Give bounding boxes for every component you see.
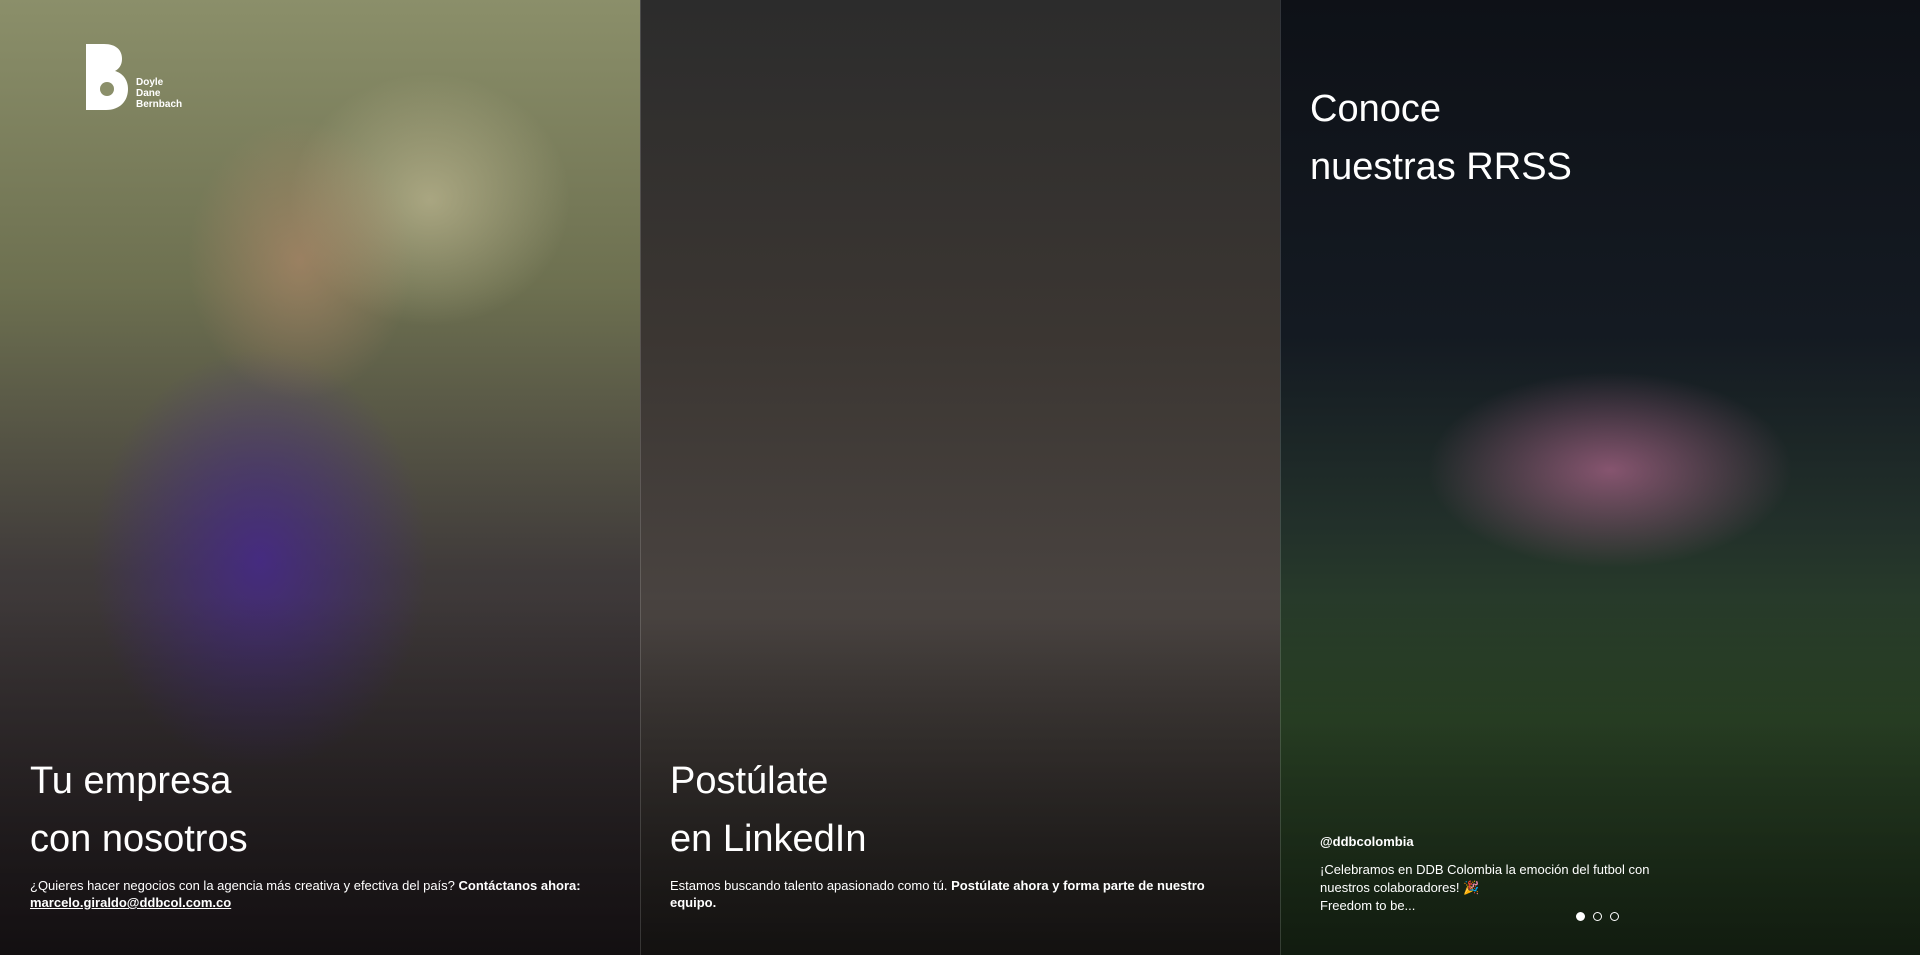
panel-title: Tu empresa con nosotros	[30, 760, 248, 860]
carousel-dot-3[interactable]	[1610, 912, 1619, 921]
panel-description: ¿Quieres hacer negocios con la agencia m…	[30, 878, 581, 910]
carousel-dot-2[interactable]	[1593, 912, 1602, 921]
panel-linkedin[interactable]: Postúlate en LinkedIn Estamos buscando t…	[640, 0, 1280, 955]
panel-social[interactable]: Conoce nuestras RRSS @ddbcolombia ¡Celeb…	[1280, 0, 1920, 955]
ddb-logo[interactable]: Doyle Dane Bernbach	[86, 44, 182, 110]
instagram-post[interactable]: @ddbcolombia ¡Celebramos en DDB Colombia…	[1320, 834, 1650, 915]
panel-business[interactable]: Doyle Dane Bernbach Tu empresa con nosot…	[0, 0, 640, 955]
panel-title: Conoce nuestras RRSS	[1310, 88, 1572, 188]
carousel-dot-1[interactable]	[1576, 912, 1585, 921]
logo-wordmark: Doyle Dane Bernbach	[136, 77, 183, 110]
instagram-handle[interactable]: @ddbcolombia	[1320, 834, 1650, 849]
panel-title: Postúlate en LinkedIn	[670, 760, 867, 860]
post-caption: ¡Celebramos en DDB Colombia la emoción d…	[1320, 862, 1650, 913]
contact-email-link[interactable]: marcelo.giraldo@ddbcol.com.co	[30, 895, 231, 910]
page: Doyle Dane Bernbach Tu empresa con nosot…	[0, 0, 1920, 955]
panel-description: Estamos buscando talento apasionado como…	[670, 878, 1205, 910]
ddb-logo-icon	[86, 44, 128, 110]
carousel-dots	[1576, 912, 1619, 921]
